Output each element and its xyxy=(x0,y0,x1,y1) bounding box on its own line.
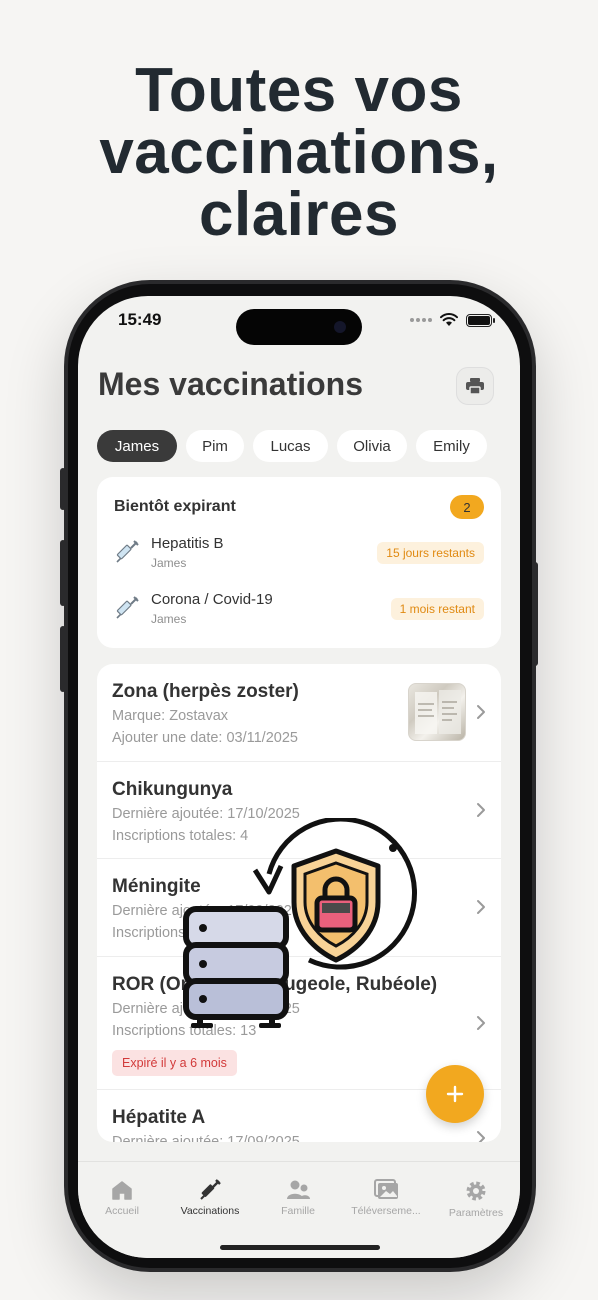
person-chip-james[interactable]: James xyxy=(97,430,177,462)
vaccine-date: Ajouter une date: 03/11/2025 xyxy=(112,730,298,746)
dynamic-island xyxy=(236,309,362,345)
tab-accueil[interactable]: Accueil xyxy=(78,1179,166,1217)
expiring-soon-card: Bientôt expirant 2 Hepatitis B James 15 … xyxy=(97,477,501,648)
status-time: 15:49 xyxy=(118,310,162,329)
days-remaining-badge: 1 mois restant xyxy=(390,598,484,620)
secure-backup-icon xyxy=(183,818,418,1028)
vaccine-row-zona[interactable]: Zona (herpès zoster) Marque: Zostavax Aj… xyxy=(97,664,501,762)
expiring-item[interactable]: Corona / Covid-19 James 1 mois restant xyxy=(114,591,484,631)
chevron-right-icon xyxy=(477,803,485,817)
home-icon xyxy=(112,1181,132,1200)
tab-bar: Accueil Vaccinations Famille Téléverseme… xyxy=(78,1161,520,1258)
expiring-person: James xyxy=(151,556,187,570)
tab-famille[interactable]: Famille xyxy=(254,1179,342,1217)
chevron-right-icon xyxy=(477,1016,485,1030)
headline-line-3: claires xyxy=(198,180,399,249)
tab-televersement[interactable]: Téléverseme... xyxy=(342,1179,430,1217)
tab-label: Vaccinations xyxy=(180,1205,240,1217)
tab-vaccinations[interactable]: Vaccinations xyxy=(166,1179,254,1217)
gear-icon xyxy=(466,1181,486,1201)
headline-line-1: Toutes vos xyxy=(135,56,463,125)
marketing-headline: Toutes vos vaccinations, claires xyxy=(0,60,598,246)
vaccination-card-photo xyxy=(408,683,466,741)
syringe-icon xyxy=(200,1179,221,1200)
cellular-icon xyxy=(410,318,432,322)
vaccine-name: Zona (herpès zoster) xyxy=(112,681,299,702)
family-icon xyxy=(287,1180,310,1199)
person-chip-emily[interactable]: Emily xyxy=(416,430,487,462)
days-remaining-badge: 15 jours restants xyxy=(377,542,484,564)
battery-icon xyxy=(466,313,495,327)
power-button xyxy=(532,562,538,666)
volume-down-button xyxy=(60,626,66,692)
person-chip-olivia[interactable]: Olivia xyxy=(337,430,407,462)
add-vaccination-button[interactable] xyxy=(426,1065,484,1123)
expiring-vaccine-name: Corona / Covid-19 xyxy=(151,591,273,608)
plus-icon xyxy=(446,1085,464,1103)
chevron-right-icon xyxy=(477,705,485,719)
tab-parametres[interactable]: Paramètres xyxy=(432,1179,520,1219)
camera-icon xyxy=(334,321,346,333)
volume-up-button xyxy=(60,540,66,606)
print-button[interactable] xyxy=(456,367,494,405)
person-chip-lucas[interactable]: Lucas xyxy=(253,430,328,462)
expiring-vaccine-name: Hepatitis B xyxy=(151,535,224,552)
vaccine-brand: Marque: Zostavax xyxy=(112,708,229,724)
app-screen: 15:49 Mes vaccinations James Pim Lucas O… xyxy=(78,296,520,1258)
expired-badge: Expiré il y a 6 mois xyxy=(112,1050,237,1076)
chevron-right-icon xyxy=(477,1131,485,1142)
person-selector: James Pim Lucas Olivia Emily xyxy=(97,430,487,462)
person-chip-pim[interactable]: Pim xyxy=(186,430,244,462)
syringe-icon xyxy=(116,596,139,619)
photos-icon xyxy=(374,1179,398,1199)
home-indicator xyxy=(220,1245,380,1250)
expiring-count-badge: 2 xyxy=(450,495,484,519)
tab-label: Paramètres xyxy=(448,1207,504,1219)
headline-line-2: vaccinations, xyxy=(99,118,499,187)
expiring-item[interactable]: Hepatitis B James 15 jours restants xyxy=(114,535,484,575)
expiring-person: James xyxy=(151,612,187,626)
photo-thumbnail xyxy=(415,690,461,734)
vaccine-name: Hépatite A xyxy=(112,1107,206,1128)
vaccine-last-date: Dernière ajoutée: 17/09/2025 xyxy=(112,1134,300,1142)
vaccine-name: Chikungunya xyxy=(112,779,233,800)
tab-label: Téléverseme... xyxy=(351,1205,421,1217)
printer-icon xyxy=(466,378,484,395)
tab-label: Accueil xyxy=(105,1205,139,1217)
syringe-icon xyxy=(116,540,139,563)
expiring-title: Bientôt expirant xyxy=(114,498,236,515)
action-button xyxy=(60,468,66,510)
page-title: Mes vaccinations xyxy=(98,366,363,402)
status-icons xyxy=(410,313,495,327)
tab-label: Famille xyxy=(281,1205,315,1217)
wifi-icon xyxy=(440,313,458,326)
chevron-right-icon xyxy=(477,900,485,914)
